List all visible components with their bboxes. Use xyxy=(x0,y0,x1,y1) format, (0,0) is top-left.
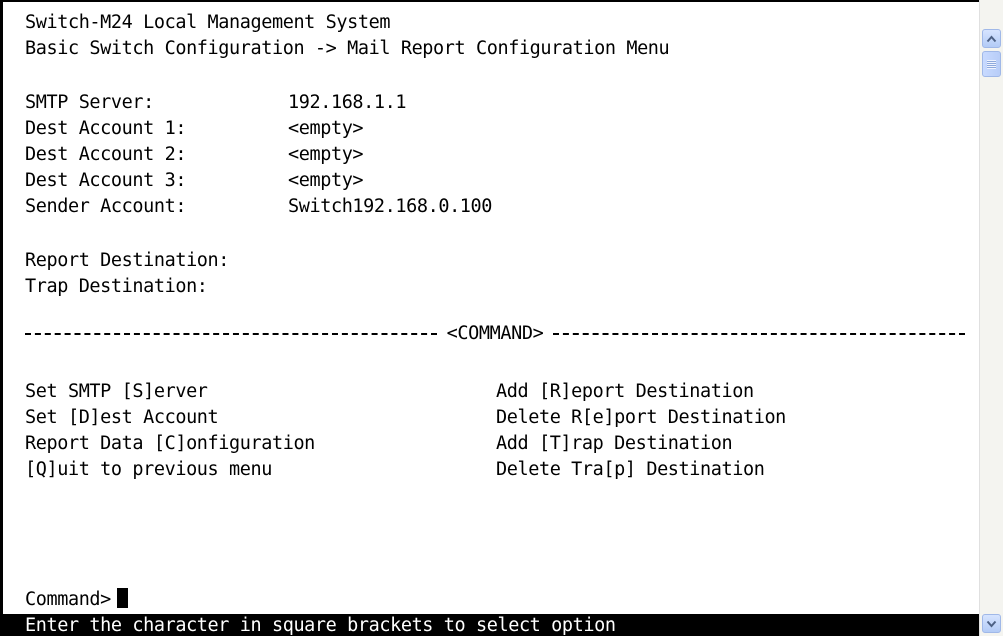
report-destination-label: Report Destination: xyxy=(25,250,230,271)
command-prompt[interactable]: Command> xyxy=(25,587,128,613)
scrollbar-grip-icon xyxy=(987,59,996,69)
field-label-dest-account-2: Dest Account 2: xyxy=(25,144,187,165)
command-add-report-destination[interactable]: Add [R]eport Destination xyxy=(496,379,754,405)
command-set-dest-account[interactable]: Set [D]est Account xyxy=(25,405,219,431)
scroll-down-arrow-icon[interactable] xyxy=(982,614,1001,633)
divider-dash-left xyxy=(25,333,437,335)
scrollbar-thumb[interactable] xyxy=(982,51,1001,77)
field-value-dest-account-3: <empty> xyxy=(288,170,364,191)
vertical-scrollbar[interactable] xyxy=(979,0,1003,636)
scroll-up-arrow-glyph xyxy=(986,34,997,42)
field-label-smtp-server: SMTP Server: xyxy=(25,92,154,113)
command-report-data-configuration[interactable]: Report Data [C]onfiguration xyxy=(25,431,315,457)
command-delete-report-destination[interactable]: Delete R[e]port Destination xyxy=(496,405,786,431)
command-set-smtp-server[interactable]: Set SMTP [S]erver xyxy=(25,379,208,405)
field-value-dest-account-2: <empty> xyxy=(288,144,364,165)
trap-destination-label: Trap Destination: xyxy=(25,276,208,297)
terminal-window[interactable]: Switch-M24 Local Management System Basic… xyxy=(0,0,979,636)
scroll-up-arrow-icon[interactable] xyxy=(982,29,1001,48)
command-divider: <COMMAND> xyxy=(25,321,965,347)
command-divider-label: <COMMAND> xyxy=(446,323,544,344)
field-label-dest-account-1: Dest Account 1: xyxy=(25,118,187,139)
scroll-down-arrow-glyph xyxy=(986,620,997,628)
system-title: Switch-M24 Local Management System xyxy=(25,12,391,33)
command-add-trap-destination[interactable]: Add [T]rap Destination xyxy=(496,431,733,457)
command-delete-trap-destination[interactable]: Delete Tra[p] Destination xyxy=(496,457,765,483)
field-value-sender-account: Switch192.168.0.100 xyxy=(288,196,493,217)
field-label-sender-account: Sender Account: xyxy=(25,196,187,217)
status-bar: Enter the character in square brackets t… xyxy=(3,614,979,636)
field-label-dest-account-3: Dest Account 3: xyxy=(25,170,187,191)
text-cursor xyxy=(116,588,128,608)
divider-dash-right xyxy=(553,333,965,335)
field-value-dest-account-1: <empty> xyxy=(288,118,364,139)
field-value-smtp-server: 192.168.1.1 xyxy=(288,92,407,113)
breadcrumb: Basic Switch Configuration -> Mail Repor… xyxy=(25,38,670,59)
command-quit-to-previous-menu[interactable]: [Q]uit to previous menu xyxy=(25,457,272,483)
command-prompt-label: Command> xyxy=(25,589,111,610)
